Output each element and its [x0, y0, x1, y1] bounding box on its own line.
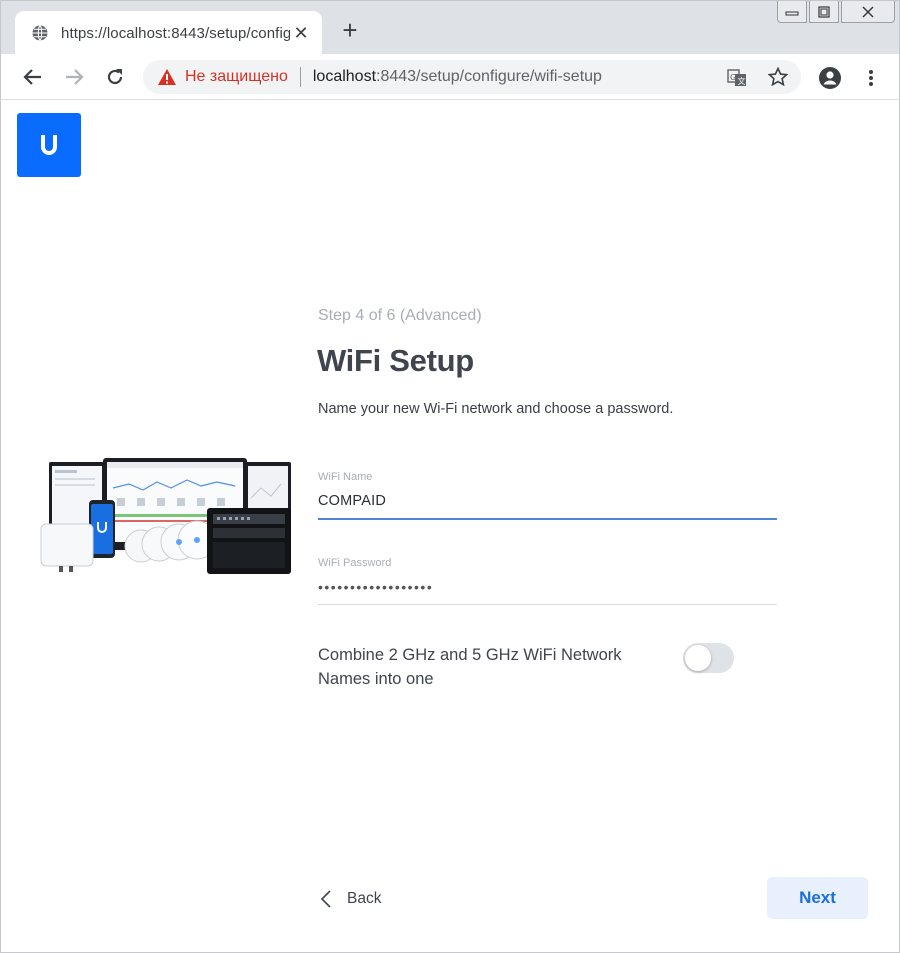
forward-nav-button[interactable] [61, 64, 87, 90]
step-indicator: Step 4 of 6 (Advanced) [318, 307, 482, 324]
arrow-left-icon [23, 69, 41, 85]
back-button-label: Back [347, 890, 382, 907]
svg-text:文: 文 [738, 76, 746, 86]
menu-kebab-icon[interactable] [861, 68, 881, 88]
wifi-password-input[interactable]: •••••••••••••••••• [318, 579, 777, 595]
devices-illustration [40, 458, 291, 574]
close-window-button[interactable] [841, 1, 895, 23]
minimize-button[interactable] [777, 1, 807, 23]
wifi-name-input[interactable]: COMPAID [318, 493, 777, 509]
bookmark-star-icon[interactable] [768, 67, 788, 87]
combine-networks-toggle[interactable] [683, 643, 734, 673]
window-controls [775, 1, 895, 23]
profile-avatar-icon[interactable] [818, 66, 842, 90]
maximize-button[interactable] [809, 1, 839, 23]
browser-toolbar: Не защищено localhost:8443/setup/configu… [0, 54, 900, 100]
url-path: :8443/setup/configure/wifi-setup [376, 68, 602, 85]
url-host: localhost [312, 68, 377, 85]
tab-title: https://localhost:8443/setup/configure/w… [61, 24, 290, 42]
back-nav-button[interactable] [20, 64, 46, 90]
back-button[interactable]: Back [319, 885, 381, 913]
chevron-left-icon [320, 890, 331, 908]
wifi-name-label: WiFi Name [318, 471, 373, 483]
maximize-icon [818, 5, 830, 18]
browser-tab[interactable]: https://localhost:8443/setup/configure/w… [15, 11, 322, 55]
new-tab-icon[interactable]: + [337, 17, 363, 43]
translate-icon[interactable]: G文 [727, 68, 747, 88]
wifi-name-underline [318, 518, 777, 520]
address-bar[interactable]: Не защищено localhost:8443/setup/configu… [143, 60, 801, 94]
wifi-password-field[interactable]: WiFi Password •••••••••••••••••• [318, 557, 777, 605]
page-description: Name your new Wi-Fi network and choose a… [318, 401, 674, 417]
ubiquiti-logo [17, 113, 81, 177]
page-title: WiFi Setup [317, 343, 474, 378]
reload-button[interactable] [102, 64, 128, 90]
omnibox-divider [299, 67, 301, 87]
browser-tab-strip: https://localhost:8443/setup/configure/w… [0, 0, 900, 55]
warning-icon [158, 69, 176, 85]
ubiquiti-u-icon [41, 135, 57, 155]
minimize-icon [785, 11, 799, 15]
svg-text:G: G [730, 73, 736, 82]
setup-page: Step 4 of 6 (Advanced) WiFi Setup Name y… [0, 100, 900, 953]
reload-icon [107, 69, 123, 85]
toggle-knob [685, 645, 711, 671]
combine-networks-label: Combine 2 GHz and 5 GHz WiFi Network Nam… [318, 646, 622, 688]
not-secure-label: Не защищено [185, 68, 288, 85]
close-icon [862, 6, 874, 17]
wifi-password-underline [318, 604, 777, 605]
next-button[interactable]: Next [767, 877, 868, 919]
globe-icon [32, 25, 48, 41]
wifi-password-label: WiFi Password [318, 557, 392, 569]
wifi-name-field[interactable]: WiFi Name COMPAID [318, 471, 777, 520]
arrow-right-icon [66, 69, 84, 85]
tab-close-icon[interactable]: ✕ [290, 23, 312, 44]
